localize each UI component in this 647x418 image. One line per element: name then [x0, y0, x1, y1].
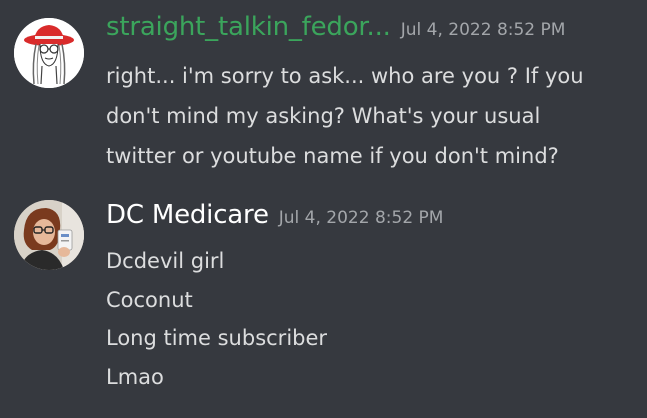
- chat-messages: straight_talkin_fedor... Jul 4, 2022 8:5…: [0, 0, 647, 418]
- message-line: don't mind my asking? What's your usual: [106, 104, 541, 128]
- message-header: straight_talkin_fedor... Jul 4, 2022 8:5…: [106, 12, 641, 52]
- message-line: Dcdevil girl: [106, 249, 225, 273]
- message-line: Lmao: [106, 364, 164, 389]
- message-line: Long time subscriber: [106, 326, 328, 350]
- message-text: right... i'm sorry to ask... who are you…: [106, 56, 641, 176]
- username[interactable]: DC Medicare: [106, 200, 269, 230]
- avatar[interactable]: [14, 200, 84, 270]
- timestamp: Jul 4, 2022 8:52 PM: [278, 208, 444, 228]
- message-line: twitter or youtube name if you don't min…: [106, 144, 559, 168]
- message-line: Coconut: [106, 287, 193, 312]
- message-header: DC Medicare Jul 4, 2022 8:52 PM: [106, 200, 641, 240]
- timestamp: Jul 4, 2022 8:52 PM: [400, 20, 566, 40]
- message-content: straight_talkin_fedor... Jul 4, 2022 8:5…: [106, 12, 641, 176]
- avatar[interactable]: [14, 18, 84, 88]
- red-hat-cartoon-avatar-icon: [14, 18, 84, 88]
- username[interactable]: straight_talkin_fedor...: [106, 12, 391, 42]
- person-photo-avatar-icon: [14, 200, 84, 270]
- message-content: DC Medicare Jul 4, 2022 8:52 PM Dcdevil …: [106, 200, 641, 396]
- message-line: right... i'm sorry to ask... who are you…: [106, 64, 584, 88]
- message-text: Dcdevil girl Coconut Long time subscribe…: [106, 242, 641, 396]
